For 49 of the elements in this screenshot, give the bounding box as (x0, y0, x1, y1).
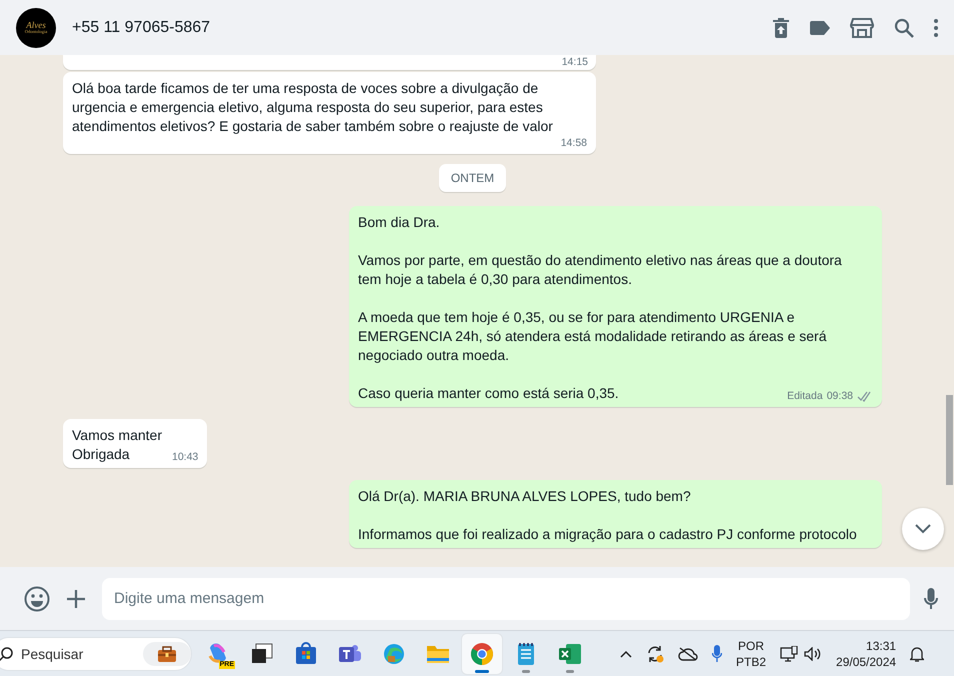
clock-time: 13:31 (866, 638, 896, 654)
message-text: Olá boa tarde ficamos de ter uma resposta de voces sobre a divulgação de urgencia e emergencia eletivo, alguma resposta do seu superior, para estes atendimentos eletivos? E gostaria de saber também sobre o reajuste de valor (72, 79, 554, 136)
microphone-icon[interactable] (712, 644, 722, 662)
sync-icon[interactable] (646, 644, 664, 662)
microphone-icon[interactable] (924, 588, 938, 610)
clock[interactable]: 13:31 29/05/2024 (836, 638, 896, 670)
message-input-field[interactable]: Digite uma mensagem (102, 578, 910, 620)
briefcase-icon (157, 646, 177, 662)
scrollbar-thumb[interactable] (946, 395, 953, 485)
browser-icon (382, 642, 406, 666)
search-icon (0, 646, 13, 660)
message-text: Vamos por parte, em questão do atendimento eletivo nas áreas que a doutora tem hoje a tabela é 0,30 para atendimentos. (358, 251, 843, 289)
message-time: 10:43 (172, 450, 198, 464)
cloud-off-icon[interactable] (678, 646, 698, 660)
contact-name[interactable]: +55 11 97065-5867 (72, 18, 772, 36)
store-bag-icon (294, 642, 318, 666)
task-view-icon (250, 642, 274, 666)
emoji-icon[interactable] (24, 586, 50, 612)
speaker-icon[interactable] (804, 646, 822, 660)
clock-date: 29/05/2024 (836, 654, 896, 670)
message-time: 14:15 (562, 55, 588, 69)
edited-label: Editada (787, 389, 823, 403)
network-icon[interactable] (780, 646, 798, 662)
search-field[interactable]: Pesquisar (0, 636, 192, 670)
input-language-indicator[interactable]: POR PTB2 (736, 638, 766, 670)
message-time: 09:38 (826, 389, 853, 403)
message-text: Vamos manter Obrigada (72, 426, 162, 464)
message-text: Olá Dr(a). MARIA BRUNA ALVES LOPES, tudo bem? (358, 487, 692, 506)
message-time: 14:58 (560, 136, 587, 150)
avatar-logo-text: Alves (26, 20, 46, 30)
date-separator: ONTEM (438, 164, 506, 192)
trash-icon[interactable] (772, 18, 790, 38)
message-text: Informamos que foi realizado a migração para o cadastro PJ conforme protocolo (358, 525, 857, 544)
label-icon[interactable] (810, 20, 830, 34)
language-code: POR (738, 638, 764, 654)
spreadsheet-app-icon (558, 642, 582, 666)
bell-icon[interactable] (910, 646, 924, 662)
message-text: Bom dia Dra. (358, 213, 441, 232)
chevron-down-icon (915, 524, 931, 534)
language-code: PTB2 (736, 654, 766, 670)
plus-icon[interactable] (66, 588, 86, 608)
menu-icon[interactable] (934, 18, 938, 36)
chevron-up-icon[interactable] (620, 650, 632, 658)
chrome-browser-icon (470, 642, 494, 666)
search-icon[interactable] (894, 18, 914, 38)
message-text: Caso queria manter como está seria 0,35. (358, 384, 619, 403)
storefront-icon[interactable] (850, 18, 874, 38)
search-placeholder: Pesquisar (21, 646, 84, 662)
message-text: A moeda que tem hoje é 0,35, ou se for para atendimento URGENIA e EMERGENCIA 24h, só atendera está modalidade retirando as áreas e será negociado outra moeda. (358, 308, 828, 365)
